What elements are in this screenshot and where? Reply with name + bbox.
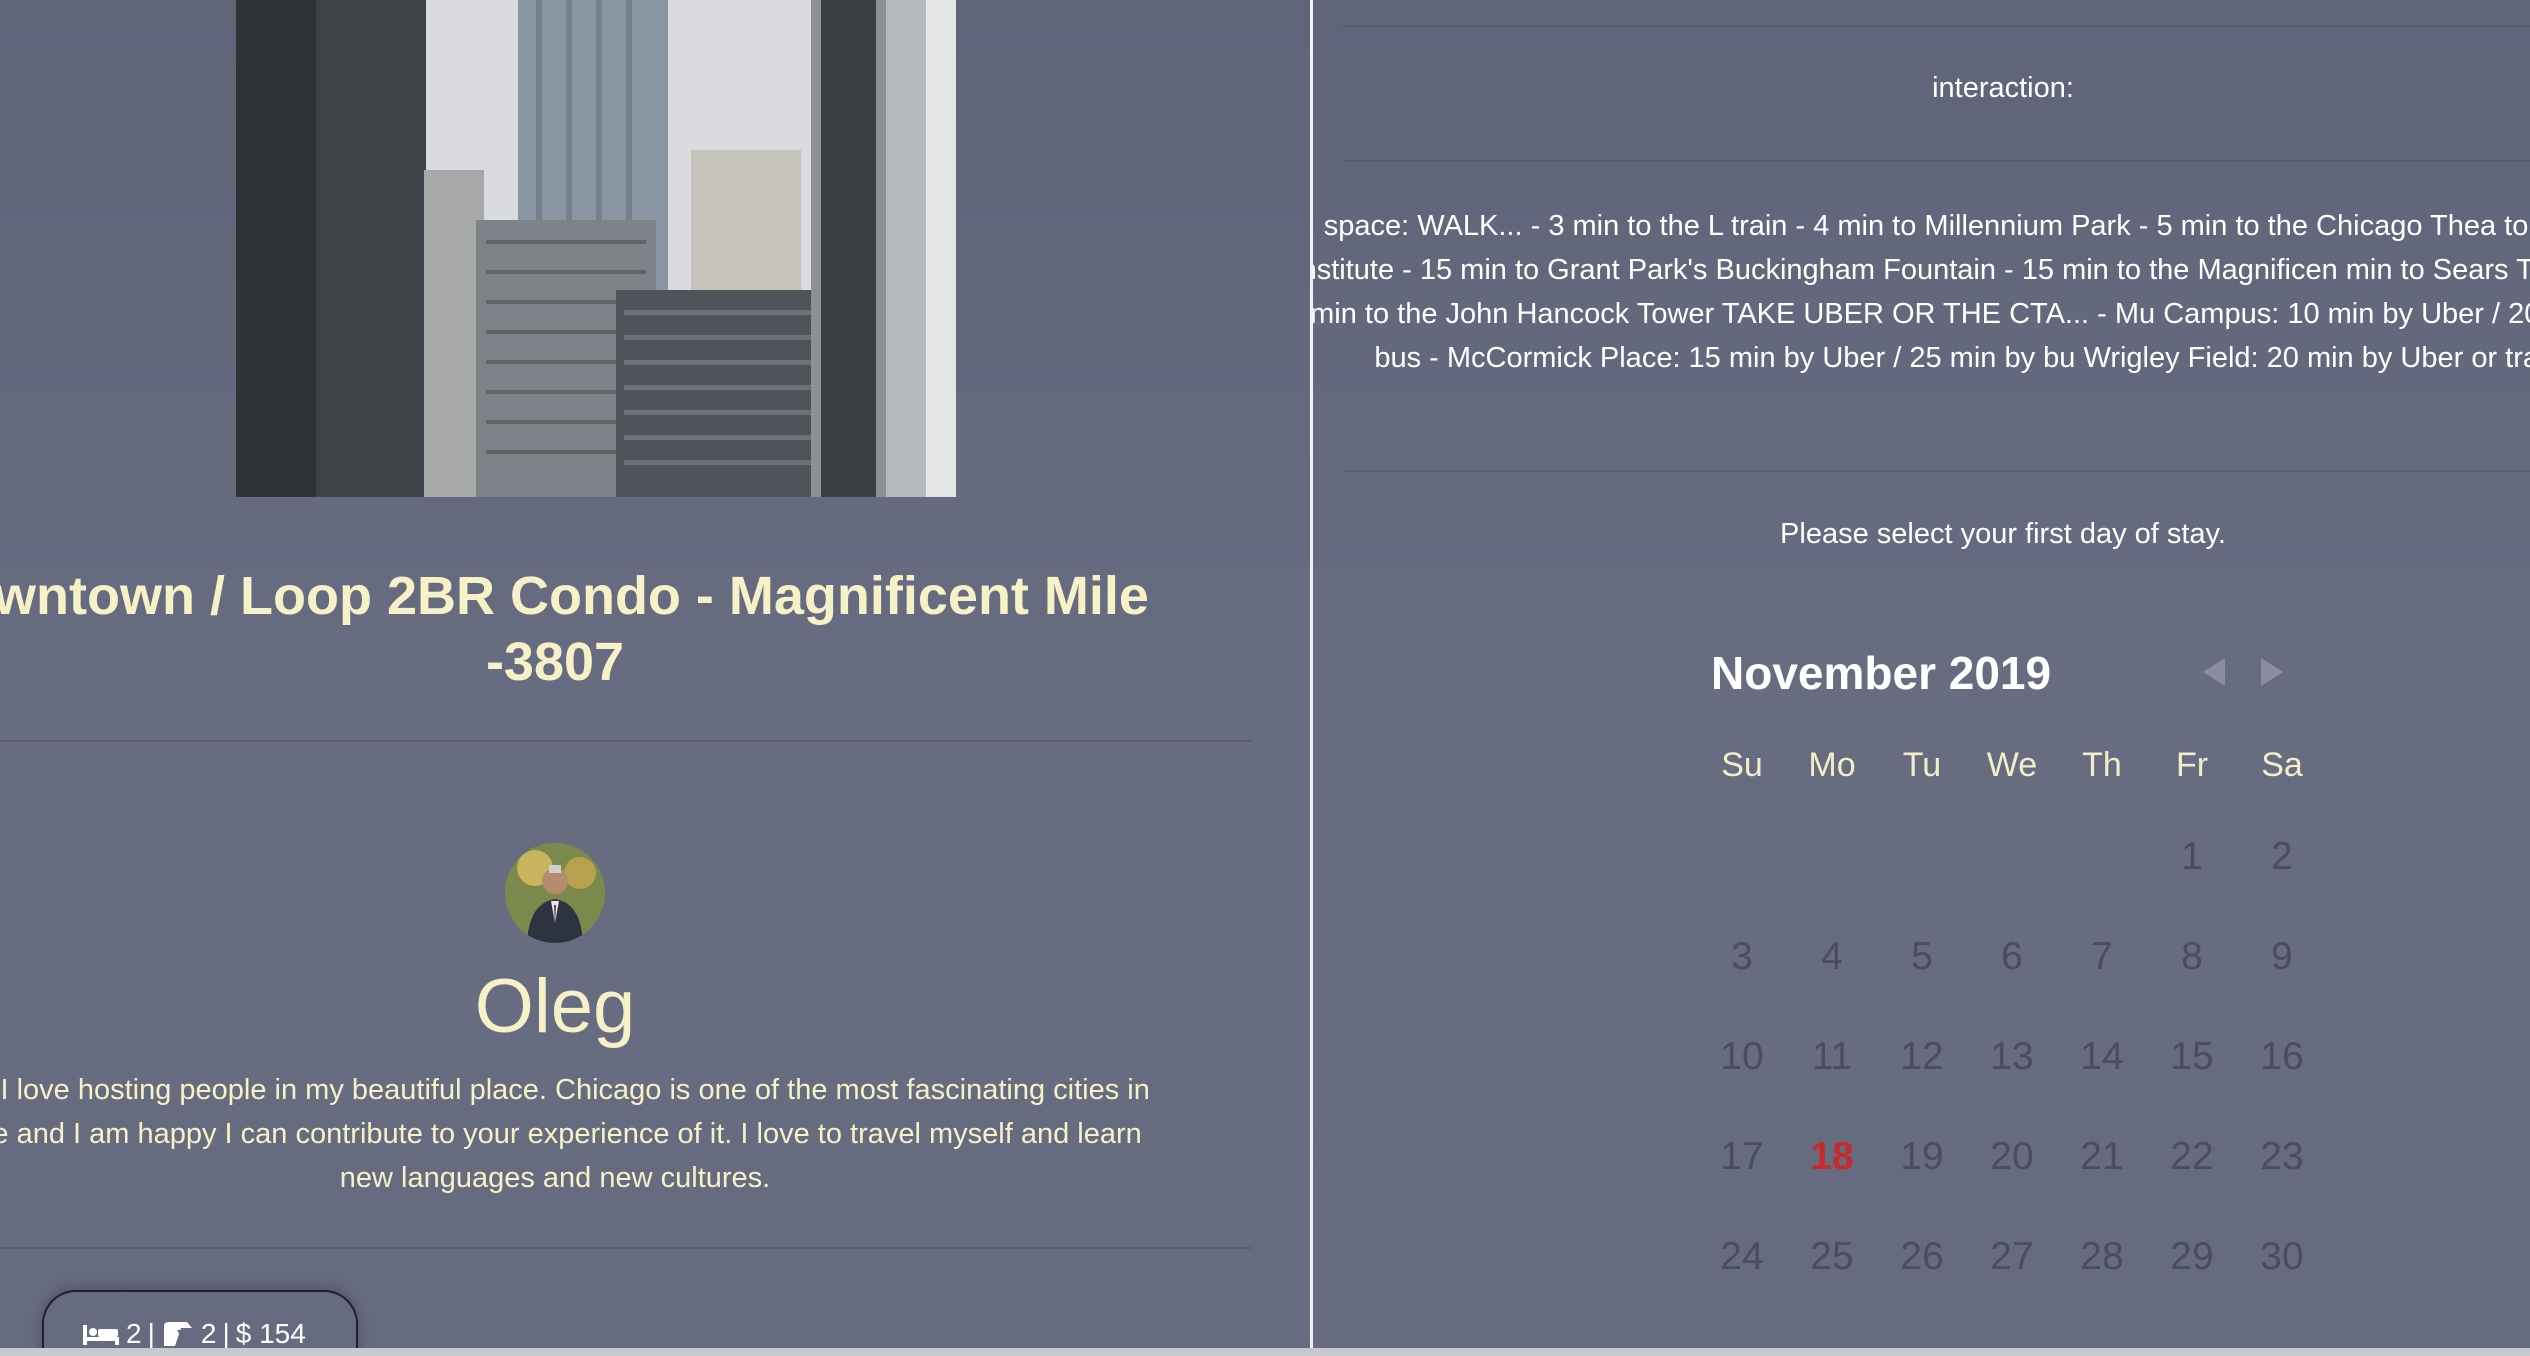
next-month-button[interactable] — [2253, 654, 2289, 690]
calendar-day[interactable]: 26 — [1877, 1232, 1967, 1282]
weekday-label: Su — [1721, 746, 1763, 784]
listing-stats: 2 | 2 | $ 154 — [82, 1318, 306, 1350]
weekday-label: Mo — [1808, 746, 1856, 784]
calendar-day[interactable]: 27 — [1967, 1232, 2057, 1282]
interaction-label: interaction: — [1932, 72, 2074, 104]
calendar-day[interactable]: 19 — [1877, 1132, 1967, 1182]
calendar-day[interactable]: 8 — [2147, 932, 2237, 982]
divider-line — [0, 740, 1252, 742]
details-panel: interaction: space: WALK... - 3 min to t… — [1313, 0, 2530, 1356]
listing-stats-pill[interactable]: 2 | 2 | $ 154 — [42, 1290, 358, 1356]
listing-panel: owntown / Loop 2BR Condo - Magnificent M… — [0, 0, 1310, 1356]
weekday-label: Sa — [2261, 746, 2303, 784]
calendar-header: November 2019 — [1697, 640, 2317, 712]
calendar-day[interactable]: 14 — [2057, 1032, 2147, 1082]
divider-line — [1343, 160, 2530, 162]
calendar-weekdays: Su Mo Tu We Th Fr Sa — [1697, 740, 2317, 790]
calendar-day[interactable]: 11 — [1787, 1032, 1877, 1082]
triangle-left-icon — [2203, 658, 2225, 686]
calendar-day[interactable]: 15 — [2147, 1032, 2237, 1082]
calendar-blank-cell — [1967, 832, 2057, 882]
calendar-blank-cell — [1787, 832, 1877, 882]
bed-icon — [83, 1325, 119, 1345]
calendar-day[interactable]: 6 — [1967, 932, 2057, 982]
calendar-day[interactable]: 9 — [2237, 932, 2327, 982]
calendar-day[interactable]: 12 — [1877, 1032, 1967, 1082]
host-avatar[interactable] — [505, 843, 605, 943]
calendar-day[interactable]: 3 — [1697, 932, 1787, 982]
page: owntown / Loop 2BR Condo - Magnificent M… — [0, 0, 2530, 1356]
calendar-month-label: November 2019 — [1711, 647, 2052, 699]
date-picker: November 2019 Su Mo Tu We Th Fr Sa 1 2 3 4 5 6 7 8 9 10… — [1697, 640, 2317, 1332]
calendar-day[interactable]: 24 — [1697, 1232, 1787, 1282]
horizontal-scrollbar[interactable] — [0, 1348, 2530, 1356]
nightly-price: $ 154 — [235, 1318, 306, 1349]
triangle-right-icon — [2261, 658, 2283, 686]
listing-title: owntown / Loop 2BR Condo - Magnificent M… — [0, 566, 1149, 692]
stats-separator: | — [222, 1318, 230, 1349]
select-day-prompt: Please select your first day of stay. — [1780, 518, 2226, 550]
calendar-blank-cell — [2057, 832, 2147, 882]
calendar-days: 1 2 3 4 5 6 7 8 9 10 11 12 13 14 15 16 17 18 19 20 21 22 23 24 2… — [1697, 832, 2317, 1332]
calendar-day[interactable]: 29 — [2147, 1232, 2237, 1282]
calendar-day[interactable]: 28 — [2057, 1232, 2147, 1282]
calendar-day[interactable]: 10 — [1697, 1032, 1787, 1082]
calendar-day[interactable]: 7 — [2057, 932, 2147, 982]
divider-line — [1343, 470, 2530, 472]
weekday-label: Fr — [2175, 746, 2209, 784]
listing-photo[interactable] — [236, 0, 956, 497]
calendar-day[interactable]: 22 — [2147, 1132, 2237, 1182]
calendar-day[interactable]: 13 — [1967, 1032, 2057, 1082]
weekday-label: Tu — [1902, 746, 1942, 784]
baths-count: 2 — [200, 1318, 217, 1349]
calendar-day[interactable]: 23 — [2237, 1132, 2327, 1182]
prev-month-button[interactable] — [2197, 654, 2233, 690]
calendar-day-today[interactable]: 18 — [1787, 1132, 1877, 1182]
calendar-day[interactable]: 30 — [2237, 1232, 2327, 1282]
stats-separator: | — [147, 1318, 155, 1349]
calendar-day[interactable]: 16 — [2237, 1032, 2327, 1082]
calendar-blank-cell — [1877, 832, 1967, 882]
weekday-label: Th — [2082, 746, 2122, 784]
divider-line — [0, 1247, 1252, 1249]
host-name: Oleg — [474, 964, 636, 1049]
calendar-blank-cell — [1697, 832, 1787, 882]
calendar-day[interactable]: 2 — [2237, 832, 2327, 882]
calendar-day[interactable]: 21 — [2057, 1132, 2147, 1182]
host-bio: ut: I love hosting people in my beautifu… — [0, 1074, 1150, 1194]
calendar-day[interactable]: 20 — [1967, 1132, 2057, 1182]
calendar-day[interactable]: 25 — [1787, 1232, 1877, 1282]
calendar-day[interactable]: 17 — [1697, 1132, 1787, 1182]
calendar-day[interactable]: 5 — [1877, 932, 1967, 982]
weekday-label: We — [1986, 746, 2038, 784]
divider-line — [1343, 25, 2530, 27]
calendar-day[interactable]: 1 — [2147, 832, 2237, 882]
space-description: space: WALK... - 3 min to the L train - … — [1313, 210, 2530, 374]
bath-icon — [163, 1322, 192, 1346]
beds-count: 2 — [126, 1318, 142, 1349]
calendar-day[interactable]: 4 — [1787, 932, 1877, 982]
